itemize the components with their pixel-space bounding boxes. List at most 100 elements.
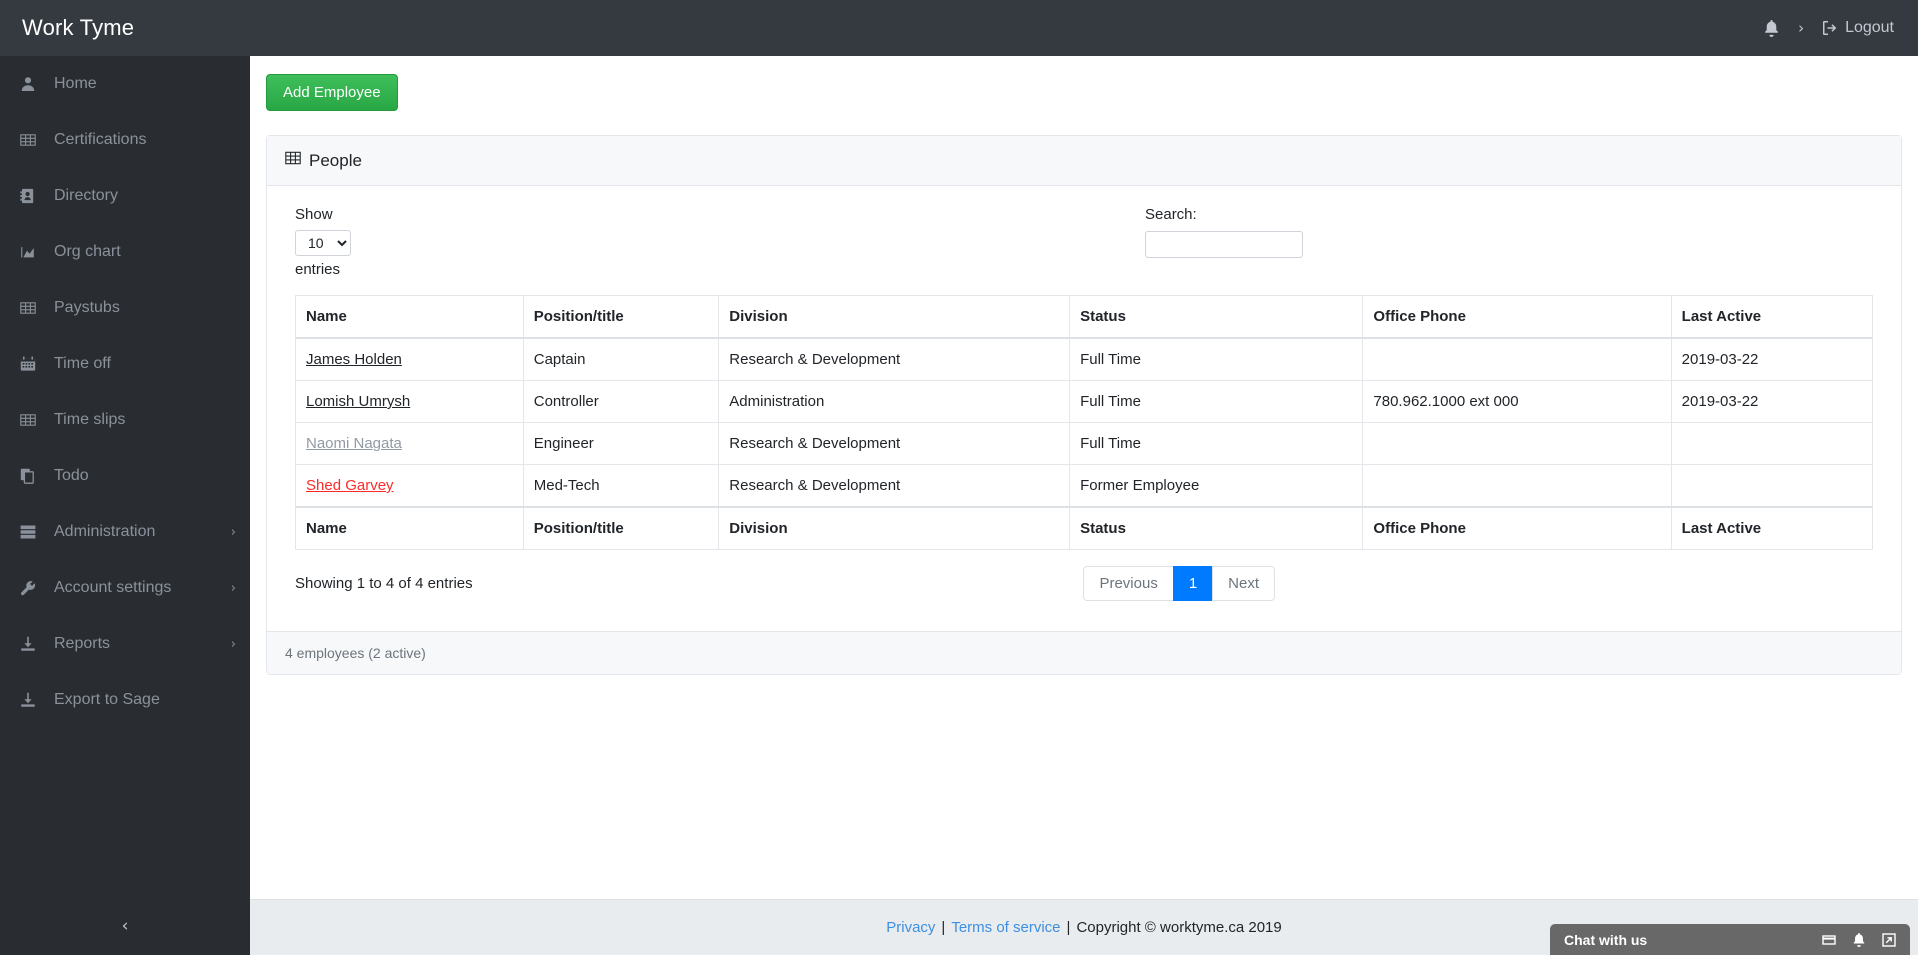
cell-status: Full Time bbox=[1069, 422, 1364, 465]
chevron-right-icon: › bbox=[230, 580, 236, 596]
server-icon bbox=[20, 524, 44, 540]
terms-link[interactable]: Terms of service bbox=[951, 919, 1060, 936]
sidebar-item-org-chart[interactable]: Org chart bbox=[0, 224, 250, 280]
table-header-row: Name Position/title Division Status Office P… bbox=[295, 295, 1874, 339]
pagination: Previous 1 Next bbox=[1083, 566, 1275, 601]
main-content: Add Employee People Show 102550100 e bbox=[250, 56, 1918, 899]
area-chart-icon bbox=[20, 244, 44, 260]
add-employee-button[interactable]: Add Employee bbox=[266, 74, 398, 111]
column-header-division[interactable]: Division bbox=[718, 506, 1071, 550]
column-header-last-active[interactable]: Last Active bbox=[1670, 295, 1874, 339]
column-header-office-phone[interactable]: Office Phone bbox=[1362, 295, 1672, 339]
sidebar-collapse-button[interactable]: ‹ bbox=[0, 897, 250, 955]
search-input[interactable] bbox=[1145, 230, 1303, 258]
sidebar-item-account-settings[interactable]: Account settings › bbox=[0, 560, 250, 616]
chat-actions bbox=[1822, 932, 1896, 947]
column-header-name[interactable]: Name bbox=[295, 295, 524, 339]
column-header-name[interactable]: Name bbox=[295, 506, 524, 550]
sidebar-item-home[interactable]: Home bbox=[0, 56, 250, 112]
sidebar-item-label: Reports bbox=[54, 635, 111, 652]
sidebar-nav: Home Certifications Directory Org chart Pays… bbox=[0, 56, 250, 728]
pagination-next[interactable]: Next bbox=[1212, 566, 1275, 601]
sidebar-item-time-slips[interactable]: Time slips bbox=[0, 392, 250, 448]
sidebar-item-export-to-sage[interactable]: Export to Sage bbox=[0, 672, 250, 728]
sign-out-icon bbox=[1822, 20, 1838, 36]
chat-widget[interactable]: Chat with us bbox=[1550, 924, 1910, 955]
table-footer-row: Name Position/title Division Status Office P… bbox=[295, 506, 1874, 550]
privacy-link[interactable]: Privacy bbox=[886, 919, 935, 936]
sidebar-item-reports[interactable]: Reports › bbox=[0, 616, 250, 672]
table-row: James Holden Captain Research & Developmen… bbox=[295, 337, 1874, 381]
panel-title: People bbox=[309, 150, 362, 170]
cell-last-active bbox=[1670, 422, 1874, 465]
employee-link[interactable]: Naomi Nagata bbox=[306, 435, 402, 452]
column-header-status[interactable]: Status bbox=[1069, 295, 1364, 339]
panel-footer: 4 employees (2 active) bbox=[267, 631, 1901, 674]
column-header-division[interactable]: Division bbox=[718, 295, 1071, 339]
footer-separator-2: | bbox=[1066, 919, 1071, 936]
user-icon bbox=[20, 76, 44, 92]
cell-name: Lomish Umrysh bbox=[295, 380, 524, 423]
table-bottom: Showing 1 to 4 of 4 entries Previous 1 N… bbox=[295, 550, 1873, 623]
sidebar-item-label: Account settings bbox=[54, 579, 172, 596]
logout-label: Logout bbox=[1845, 19, 1894, 36]
table-icon bbox=[20, 412, 44, 428]
column-header-status[interactable]: Status bbox=[1069, 506, 1364, 550]
entries-length-select[interactable]: 102550100 bbox=[295, 229, 351, 256]
table-head: Name Position/title Division Status Office P… bbox=[295, 295, 1874, 339]
table-controls: Show 102550100 entries Search: bbox=[295, 200, 1873, 295]
table-info: Showing 1 to 4 of 4 entries bbox=[295, 575, 473, 592]
bell-icon[interactable] bbox=[1763, 19, 1780, 37]
topbar-actions: › Logout bbox=[1763, 19, 1918, 37]
download-icon bbox=[20, 636, 44, 652]
panel-header: People bbox=[267, 136, 1901, 186]
footer-separator-1: | bbox=[941, 919, 946, 936]
employee-link[interactable]: Lomish Umrysh bbox=[306, 393, 410, 410]
cell-division: Research & Development bbox=[718, 464, 1071, 508]
download-icon bbox=[20, 692, 44, 708]
sidebar-item-directory[interactable]: Directory bbox=[0, 168, 250, 224]
sidebar-item-label: Administration bbox=[54, 523, 156, 540]
search-label: Search: bbox=[1145, 206, 1197, 223]
pagination-page-1[interactable]: 1 bbox=[1172, 566, 1214, 601]
sidebar-item-time-off[interactable]: Time off bbox=[0, 336, 250, 392]
column-header-office-phone[interactable]: Office Phone bbox=[1362, 506, 1672, 550]
table-icon bbox=[285, 150, 301, 171]
entries-label: entries bbox=[295, 260, 341, 278]
people-panel: People Show 102550100 entries Search: Na… bbox=[266, 135, 1902, 675]
cell-status: Full Time bbox=[1069, 337, 1364, 381]
sidebar-item-label: Directory bbox=[54, 187, 119, 204]
window-icon[interactable] bbox=[1822, 933, 1836, 947]
sidebar-item-label: Time off bbox=[54, 355, 111, 372]
sidebar-item-certifications[interactable]: Certifications bbox=[0, 112, 250, 168]
column-header-position-title[interactable]: Position/title bbox=[522, 295, 720, 339]
employee-link[interactable]: Shed Garvey bbox=[306, 477, 394, 494]
cell-status: Former Employee bbox=[1069, 464, 1364, 508]
table-icon bbox=[20, 132, 44, 148]
cell-position: Med-Tech bbox=[522, 464, 720, 508]
address-book-icon bbox=[20, 188, 44, 204]
cell-last-active: 2019-03-22 bbox=[1670, 337, 1874, 381]
employee-link[interactable]: James Holden bbox=[306, 351, 402, 368]
app-brand[interactable]: Work Tyme bbox=[0, 15, 250, 41]
bell-icon[interactable] bbox=[1852, 932, 1866, 947]
sidebar-item-administration[interactable]: Administration › bbox=[0, 504, 250, 560]
sidebar-item-todo[interactable]: Todo bbox=[0, 448, 250, 504]
pagination-previous[interactable]: Previous bbox=[1083, 566, 1174, 601]
toolbar: Add Employee bbox=[250, 56, 1918, 111]
sidebar-item-label: Org chart bbox=[54, 243, 121, 260]
table-row: Lomish Umrysh Controller Administration Ful… bbox=[295, 380, 1874, 423]
cell-name: Shed Garvey bbox=[295, 464, 524, 508]
chat-title: Chat with us bbox=[1564, 931, 1648, 948]
chevron-right-icon[interactable]: › bbox=[1798, 19, 1804, 37]
logout-button[interactable]: Logout bbox=[1822, 19, 1894, 37]
table-row: Naomi Nagata Engineer Research & Developme… bbox=[295, 422, 1874, 465]
cell-division: Research & Development bbox=[718, 422, 1071, 465]
expand-icon[interactable] bbox=[1882, 932, 1896, 947]
sidebar-item-label: Time slips bbox=[54, 411, 126, 428]
column-header-position-title[interactable]: Position/title bbox=[522, 506, 720, 550]
cell-phone: 780.962.1000 ext 000 bbox=[1362, 380, 1672, 423]
sidebar-item-paystubs[interactable]: Paystubs bbox=[0, 280, 250, 336]
column-header-last-active[interactable]: Last Active bbox=[1670, 506, 1874, 550]
cell-last-active: 2019-03-22 bbox=[1670, 380, 1874, 423]
